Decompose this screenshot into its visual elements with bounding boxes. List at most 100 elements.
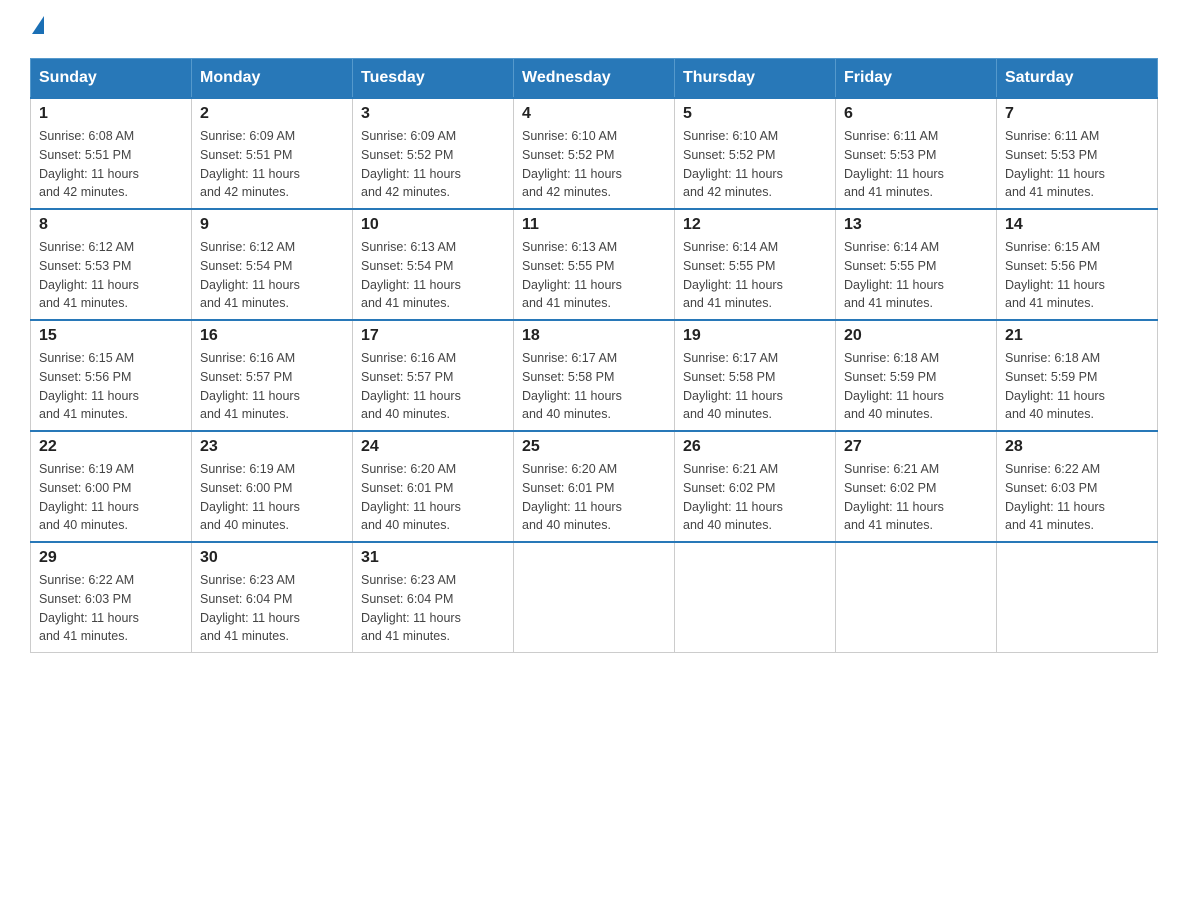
day-number: 22 [39, 438, 183, 456]
calendar-cell: 22 Sunrise: 6:19 AMSunset: 6:00 PMDaylig… [31, 431, 192, 542]
calendar-cell: 2 Sunrise: 6:09 AMSunset: 5:51 PMDayligh… [192, 98, 353, 209]
day-number: 20 [844, 327, 988, 345]
day-info: Sunrise: 6:14 AMSunset: 5:55 PMDaylight:… [683, 240, 783, 310]
calendar-cell: 23 Sunrise: 6:19 AMSunset: 6:00 PMDaylig… [192, 431, 353, 542]
day-info: Sunrise: 6:18 AMSunset: 5:59 PMDaylight:… [1005, 351, 1105, 421]
day-info: Sunrise: 6:22 AMSunset: 6:03 PMDaylight:… [39, 573, 139, 643]
day-number: 26 [683, 438, 827, 456]
day-number: 13 [844, 216, 988, 234]
calendar-cell [514, 542, 675, 653]
day-info: Sunrise: 6:14 AMSunset: 5:55 PMDaylight:… [844, 240, 944, 310]
calendar-week-row: 1 Sunrise: 6:08 AMSunset: 5:51 PMDayligh… [31, 98, 1158, 209]
day-number: 10 [361, 216, 505, 234]
day-number: 18 [522, 327, 666, 345]
day-number: 2 [200, 105, 344, 123]
day-info: Sunrise: 6:13 AMSunset: 5:54 PMDaylight:… [361, 240, 461, 310]
day-number: 8 [39, 216, 183, 234]
calendar-week-row: 22 Sunrise: 6:19 AMSunset: 6:00 PMDaylig… [31, 431, 1158, 542]
day-info: Sunrise: 6:10 AMSunset: 5:52 PMDaylight:… [683, 129, 783, 199]
day-info: Sunrise: 6:19 AMSunset: 6:00 PMDaylight:… [200, 462, 300, 532]
calendar-cell: 1 Sunrise: 6:08 AMSunset: 5:51 PMDayligh… [31, 98, 192, 209]
day-number: 16 [200, 327, 344, 345]
day-info: Sunrise: 6:18 AMSunset: 5:59 PMDaylight:… [844, 351, 944, 421]
calendar-cell: 10 Sunrise: 6:13 AMSunset: 5:54 PMDaylig… [353, 209, 514, 320]
calendar-cell: 9 Sunrise: 6:12 AMSunset: 5:54 PMDayligh… [192, 209, 353, 320]
day-number: 17 [361, 327, 505, 345]
logo [30, 20, 44, 38]
calendar-header-row: SundayMondayTuesdayWednesdayThursdayFrid… [31, 59, 1158, 99]
day-number: 23 [200, 438, 344, 456]
calendar-cell: 11 Sunrise: 6:13 AMSunset: 5:55 PMDaylig… [514, 209, 675, 320]
day-info: Sunrise: 6:17 AMSunset: 5:58 PMDaylight:… [522, 351, 622, 421]
day-info: Sunrise: 6:11 AMSunset: 5:53 PMDaylight:… [1005, 129, 1105, 199]
col-header-tuesday: Tuesday [353, 59, 514, 99]
day-info: Sunrise: 6:19 AMSunset: 6:00 PMDaylight:… [39, 462, 139, 532]
day-info: Sunrise: 6:15 AMSunset: 5:56 PMDaylight:… [39, 351, 139, 421]
calendar-cell: 16 Sunrise: 6:16 AMSunset: 5:57 PMDaylig… [192, 320, 353, 431]
calendar-cell [836, 542, 997, 653]
day-number: 6 [844, 105, 988, 123]
day-number: 7 [1005, 105, 1149, 123]
day-info: Sunrise: 6:10 AMSunset: 5:52 PMDaylight:… [522, 129, 622, 199]
calendar-cell: 27 Sunrise: 6:21 AMSunset: 6:02 PMDaylig… [836, 431, 997, 542]
calendar-cell: 24 Sunrise: 6:20 AMSunset: 6:01 PMDaylig… [353, 431, 514, 542]
day-info: Sunrise: 6:22 AMSunset: 6:03 PMDaylight:… [1005, 462, 1105, 532]
calendar-cell [997, 542, 1158, 653]
calendar-cell: 4 Sunrise: 6:10 AMSunset: 5:52 PMDayligh… [514, 98, 675, 209]
day-number: 28 [1005, 438, 1149, 456]
day-info: Sunrise: 6:20 AMSunset: 6:01 PMDaylight:… [361, 462, 461, 532]
calendar-cell: 20 Sunrise: 6:18 AMSunset: 5:59 PMDaylig… [836, 320, 997, 431]
day-info: Sunrise: 6:15 AMSunset: 5:56 PMDaylight:… [1005, 240, 1105, 310]
calendar-week-row: 8 Sunrise: 6:12 AMSunset: 5:53 PMDayligh… [31, 209, 1158, 320]
day-info: Sunrise: 6:17 AMSunset: 5:58 PMDaylight:… [683, 351, 783, 421]
day-info: Sunrise: 6:16 AMSunset: 5:57 PMDaylight:… [361, 351, 461, 421]
calendar-cell: 30 Sunrise: 6:23 AMSunset: 6:04 PMDaylig… [192, 542, 353, 653]
calendar-cell: 15 Sunrise: 6:15 AMSunset: 5:56 PMDaylig… [31, 320, 192, 431]
day-number: 24 [361, 438, 505, 456]
col-header-sunday: Sunday [31, 59, 192, 99]
day-info: Sunrise: 6:21 AMSunset: 6:02 PMDaylight:… [683, 462, 783, 532]
calendar-cell [675, 542, 836, 653]
day-number: 4 [522, 105, 666, 123]
day-info: Sunrise: 6:16 AMSunset: 5:57 PMDaylight:… [200, 351, 300, 421]
calendar-cell: 5 Sunrise: 6:10 AMSunset: 5:52 PMDayligh… [675, 98, 836, 209]
calendar-cell: 7 Sunrise: 6:11 AMSunset: 5:53 PMDayligh… [997, 98, 1158, 209]
day-number: 25 [522, 438, 666, 456]
day-info: Sunrise: 6:13 AMSunset: 5:55 PMDaylight:… [522, 240, 622, 310]
day-number: 14 [1005, 216, 1149, 234]
day-info: Sunrise: 6:23 AMSunset: 6:04 PMDaylight:… [200, 573, 300, 643]
logo-triangle-icon [32, 16, 44, 34]
calendar-table: SundayMondayTuesdayWednesdayThursdayFrid… [30, 58, 1158, 653]
calendar-week-row: 29 Sunrise: 6:22 AMSunset: 6:03 PMDaylig… [31, 542, 1158, 653]
day-info: Sunrise: 6:09 AMSunset: 5:52 PMDaylight:… [361, 129, 461, 199]
calendar-week-row: 15 Sunrise: 6:15 AMSunset: 5:56 PMDaylig… [31, 320, 1158, 431]
col-header-saturday: Saturday [997, 59, 1158, 99]
day-number: 1 [39, 105, 183, 123]
col-header-wednesday: Wednesday [514, 59, 675, 99]
day-info: Sunrise: 6:21 AMSunset: 6:02 PMDaylight:… [844, 462, 944, 532]
calendar-cell: 3 Sunrise: 6:09 AMSunset: 5:52 PMDayligh… [353, 98, 514, 209]
day-number: 31 [361, 549, 505, 567]
day-number: 29 [39, 549, 183, 567]
day-info: Sunrise: 6:12 AMSunset: 5:54 PMDaylight:… [200, 240, 300, 310]
day-info: Sunrise: 6:12 AMSunset: 5:53 PMDaylight:… [39, 240, 139, 310]
day-number: 12 [683, 216, 827, 234]
day-info: Sunrise: 6:20 AMSunset: 6:01 PMDaylight:… [522, 462, 622, 532]
day-number: 11 [522, 216, 666, 234]
day-number: 21 [1005, 327, 1149, 345]
day-info: Sunrise: 6:11 AMSunset: 5:53 PMDaylight:… [844, 129, 944, 199]
day-info: Sunrise: 6:23 AMSunset: 6:04 PMDaylight:… [361, 573, 461, 643]
calendar-cell: 6 Sunrise: 6:11 AMSunset: 5:53 PMDayligh… [836, 98, 997, 209]
day-number: 3 [361, 105, 505, 123]
calendar-cell: 26 Sunrise: 6:21 AMSunset: 6:02 PMDaylig… [675, 431, 836, 542]
calendar-cell: 29 Sunrise: 6:22 AMSunset: 6:03 PMDaylig… [31, 542, 192, 653]
calendar-cell: 28 Sunrise: 6:22 AMSunset: 6:03 PMDaylig… [997, 431, 1158, 542]
col-header-monday: Monday [192, 59, 353, 99]
calendar-cell: 18 Sunrise: 6:17 AMSunset: 5:58 PMDaylig… [514, 320, 675, 431]
calendar-cell: 12 Sunrise: 6:14 AMSunset: 5:55 PMDaylig… [675, 209, 836, 320]
day-number: 27 [844, 438, 988, 456]
col-header-friday: Friday [836, 59, 997, 99]
day-info: Sunrise: 6:08 AMSunset: 5:51 PMDaylight:… [39, 129, 139, 199]
calendar-cell: 21 Sunrise: 6:18 AMSunset: 5:59 PMDaylig… [997, 320, 1158, 431]
calendar-cell: 19 Sunrise: 6:17 AMSunset: 5:58 PMDaylig… [675, 320, 836, 431]
